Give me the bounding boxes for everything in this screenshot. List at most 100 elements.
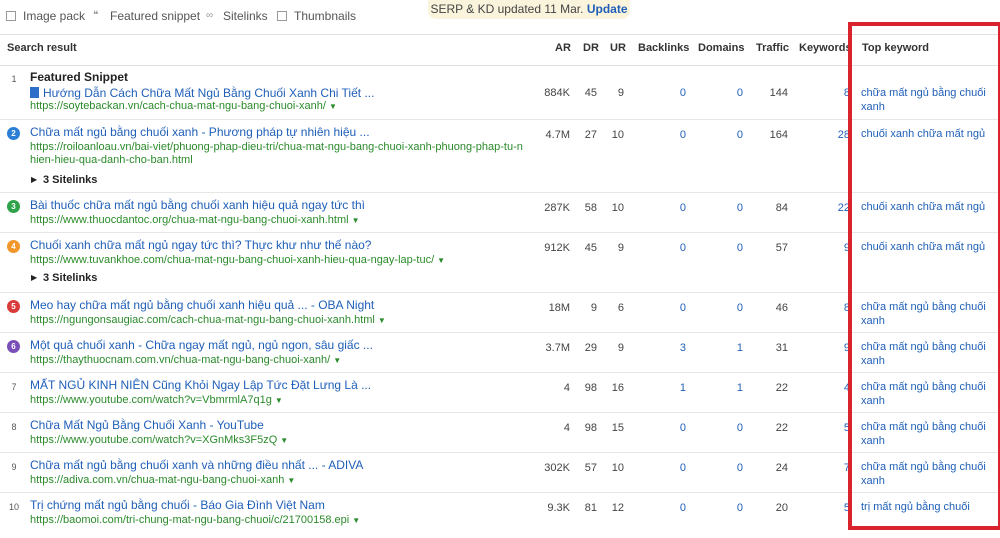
chevron-down-icon[interactable]: ▼ [437, 256, 445, 265]
chevron-down-icon[interactable]: ▼ [352, 516, 360, 525]
result-url-text: https://www.youtube.com/watch?v=XGnMks3F… [30, 434, 278, 446]
keywords-value[interactable]: 8 [844, 87, 850, 99]
top-keyword-value[interactable]: chữa mất ngủ bằng chuối xanh [861, 380, 991, 408]
result-title-link[interactable]: Bài thuốc chữa mất ngủ bằng chuối xanh h… [30, 198, 365, 212]
result-title-link[interactable]: Meo hay chữa mất ngủ bằng chuối xanh hiệ… [30, 298, 374, 312]
domains-value[interactable]: 1 [737, 382, 743, 394]
result-url-cont[interactable]: hien-hieu-qua-danh-cho-ban.html [30, 154, 193, 166]
filter-thumbnails[interactable]: Thumbnails [277, 9, 356, 23]
backlinks-value[interactable]: 0 [680, 129, 686, 141]
top-keyword-value[interactable]: trị mất ngủ bằng chuối [861, 500, 991, 514]
domains-value[interactable]: 0 [737, 462, 743, 474]
sitelinks-label: 3 Sitelinks [43, 174, 98, 186]
result-title-link[interactable]: Hướng Dẫn Cách Chữa Mất Ngủ Bằng Chuối X… [30, 86, 374, 100]
domains-value[interactable]: 0 [737, 129, 743, 141]
col-traffic[interactable]: Traffic [756, 42, 789, 54]
chevron-down-icon[interactable]: ▼ [352, 216, 360, 225]
traffic-value: 22 [775, 422, 788, 434]
domains-value[interactable]: 0 [737, 302, 743, 314]
result-title-link[interactable]: Chữa Mất Ngủ Bằng Chuối Xanh - YouTube [30, 418, 264, 432]
top-keyword-value[interactable]: chữa mất ngủ bằng chuối xanh [861, 340, 991, 368]
toolbar: Image pack ❝ Featured snippet ∞ Sitelink… [0, 0, 1000, 33]
result-title-link[interactable]: Chữa mất ngủ bằng chuối xanh và những đi… [30, 458, 363, 472]
col-ar[interactable]: AR [555, 42, 571, 54]
result-url[interactable]: https://baomoi.com/tri-chung-mat-ngu-ban… [30, 514, 360, 526]
dr-value: 45 [584, 87, 597, 99]
result-title-link[interactable]: Chuối xanh chữa mất ngủ ngay tức thì? Th… [30, 238, 371, 252]
backlinks-value[interactable]: 3 [680, 342, 686, 354]
table-row: 7 MẤT NGỦ KINH NIÊN Cũng Khỏi Ngay Lập T… [0, 373, 1000, 413]
domains-value[interactable]: 0 [737, 422, 743, 434]
backlinks-value[interactable]: 0 [680, 202, 686, 214]
result-url[interactable]: https://soytebackan.vn/cach-chua-mat-ngu… [30, 100, 337, 112]
result-url[interactable]: https://roiloanloau.vn/bai-viet/phuong-p… [30, 141, 523, 153]
keywords-value[interactable]: 4 [844, 382, 850, 394]
keywords-value[interactable]: 7 [844, 462, 850, 474]
domains-value[interactable]: 0 [737, 502, 743, 514]
backlinks-value[interactable]: 0 [680, 502, 686, 514]
backlinks-value[interactable]: 0 [680, 422, 686, 434]
col-dr[interactable]: DR [583, 42, 599, 54]
top-keyword-value[interactable]: chuối xanh chữa mất ngủ [861, 200, 991, 214]
top-keyword-value[interactable]: chữa mất ngủ bằng chuối xanh [861, 300, 991, 328]
ur-value: 16 [611, 382, 624, 394]
domains-value[interactable]: 0 [737, 87, 743, 99]
top-keyword-value[interactable]: chữa mất ngủ bằng chuối xanh [861, 460, 991, 488]
keywords-value[interactable]: 5 [844, 502, 850, 514]
update-link[interactable]: Update [587, 2, 628, 16]
col-keywords[interactable]: Keywords [799, 42, 852, 54]
result-url[interactable]: https://adiva.com.vn/chua-mat-ngu-bang-c… [30, 474, 295, 486]
position-badge: 2 [7, 127, 20, 140]
result-url-text: https://adiva.com.vn/chua-mat-ngu-bang-c… [30, 474, 285, 486]
keywords-value[interactable]: 9 [844, 242, 850, 254]
result-url[interactable]: https://ngungonsaugiac.com/cach-chua-mat… [30, 314, 386, 326]
result-url[interactable]: https://www.youtube.com/watch?v=VbmrmlA7… [30, 394, 283, 406]
chevron-down-icon[interactable]: ▼ [333, 356, 341, 365]
table-header: Search result AR DR UR Backlinks Domains… [0, 34, 1000, 66]
col-top-keyword[interactable]: Top keyword [862, 42, 929, 54]
position-badge: 5 [7, 300, 20, 313]
top-keyword-value[interactable]: chữa mất ngủ bằng chuối xanh [861, 420, 991, 448]
result-title-link[interactable]: Chữa mất ngủ bằng chuối xanh - Phương ph… [30, 125, 370, 139]
chevron-down-icon[interactable]: ▼ [378, 316, 386, 325]
result-title-link[interactable]: Một quả chuối xanh - Chữa ngay mất ngủ, … [30, 338, 373, 352]
result-title-link[interactable]: MẤT NGỦ KINH NIÊN Cũng Khỏi Ngay Lập Tức… [30, 378, 371, 392]
filter-sitelinks[interactable]: ∞ Sitelinks [206, 9, 268, 23]
quote-icon: ❝ [93, 10, 99, 21]
dr-value: 9 [590, 302, 597, 314]
backlinks-value[interactable]: 1 [680, 382, 686, 394]
col-backlinks[interactable]: Backlinks [638, 42, 689, 54]
top-keyword-value[interactable]: chữa mất ngủ bằng chuối xanh [861, 86, 991, 114]
col-domains[interactable]: Domains [698, 42, 744, 54]
result-url[interactable]: https://www.youtube.com/watch?v=XGnMks3F… [30, 434, 288, 446]
top-keyword-value[interactable]: chuối xanh chữa mất ngủ [861, 240, 991, 254]
keywords-value[interactable]: 9 [844, 342, 850, 354]
chevron-down-icon[interactable]: ▼ [275, 396, 283, 405]
keywords-value[interactable]: 28 [838, 129, 850, 141]
chevron-down-icon[interactable]: ▼ [329, 102, 337, 111]
keywords-value[interactable]: 22 [838, 202, 850, 214]
col-search-result[interactable]: Search result [7, 42, 77, 54]
chevron-down-icon[interactable]: ▼ [280, 436, 288, 445]
image-icon [6, 11, 16, 21]
ar-value: 4 [563, 422, 570, 434]
filter-image-pack[interactable]: Image pack [6, 9, 85, 23]
result-url[interactable]: https://thaythuocnam.com.vn/chua-mat-ngu… [30, 354, 341, 366]
chevron-down-icon[interactable]: ▼ [287, 476, 295, 485]
domains-value[interactable]: 0 [737, 202, 743, 214]
keywords-value[interactable]: 5 [844, 422, 850, 434]
result-url[interactable]: https://www.tuvankhoe.com/chua-mat-ngu-b… [30, 254, 445, 266]
result-url[interactable]: https://www.thuocdantoc.org/chua-mat-ngu… [30, 214, 359, 226]
filter-featured-snippet[interactable]: ❝ Featured snippet [93, 9, 200, 23]
domains-value[interactable]: 0 [737, 242, 743, 254]
backlinks-value[interactable]: 0 [680, 462, 686, 474]
col-ur[interactable]: UR [610, 42, 626, 54]
result-title-link[interactable]: Trị chứng mất ngủ bằng chuối - Báo Gia Đ… [30, 498, 325, 512]
top-keyword-value[interactable]: chuối xanh chữa mất ngủ [861, 127, 991, 141]
keywords-value[interactable]: 8 [844, 302, 850, 314]
backlinks-value[interactable]: 0 [680, 302, 686, 314]
backlinks-value[interactable]: 0 [680, 242, 686, 254]
backlinks-value[interactable]: 0 [680, 87, 686, 99]
caret-right-icon: ▶ [31, 175, 38, 184]
domains-value[interactable]: 1 [737, 342, 743, 354]
